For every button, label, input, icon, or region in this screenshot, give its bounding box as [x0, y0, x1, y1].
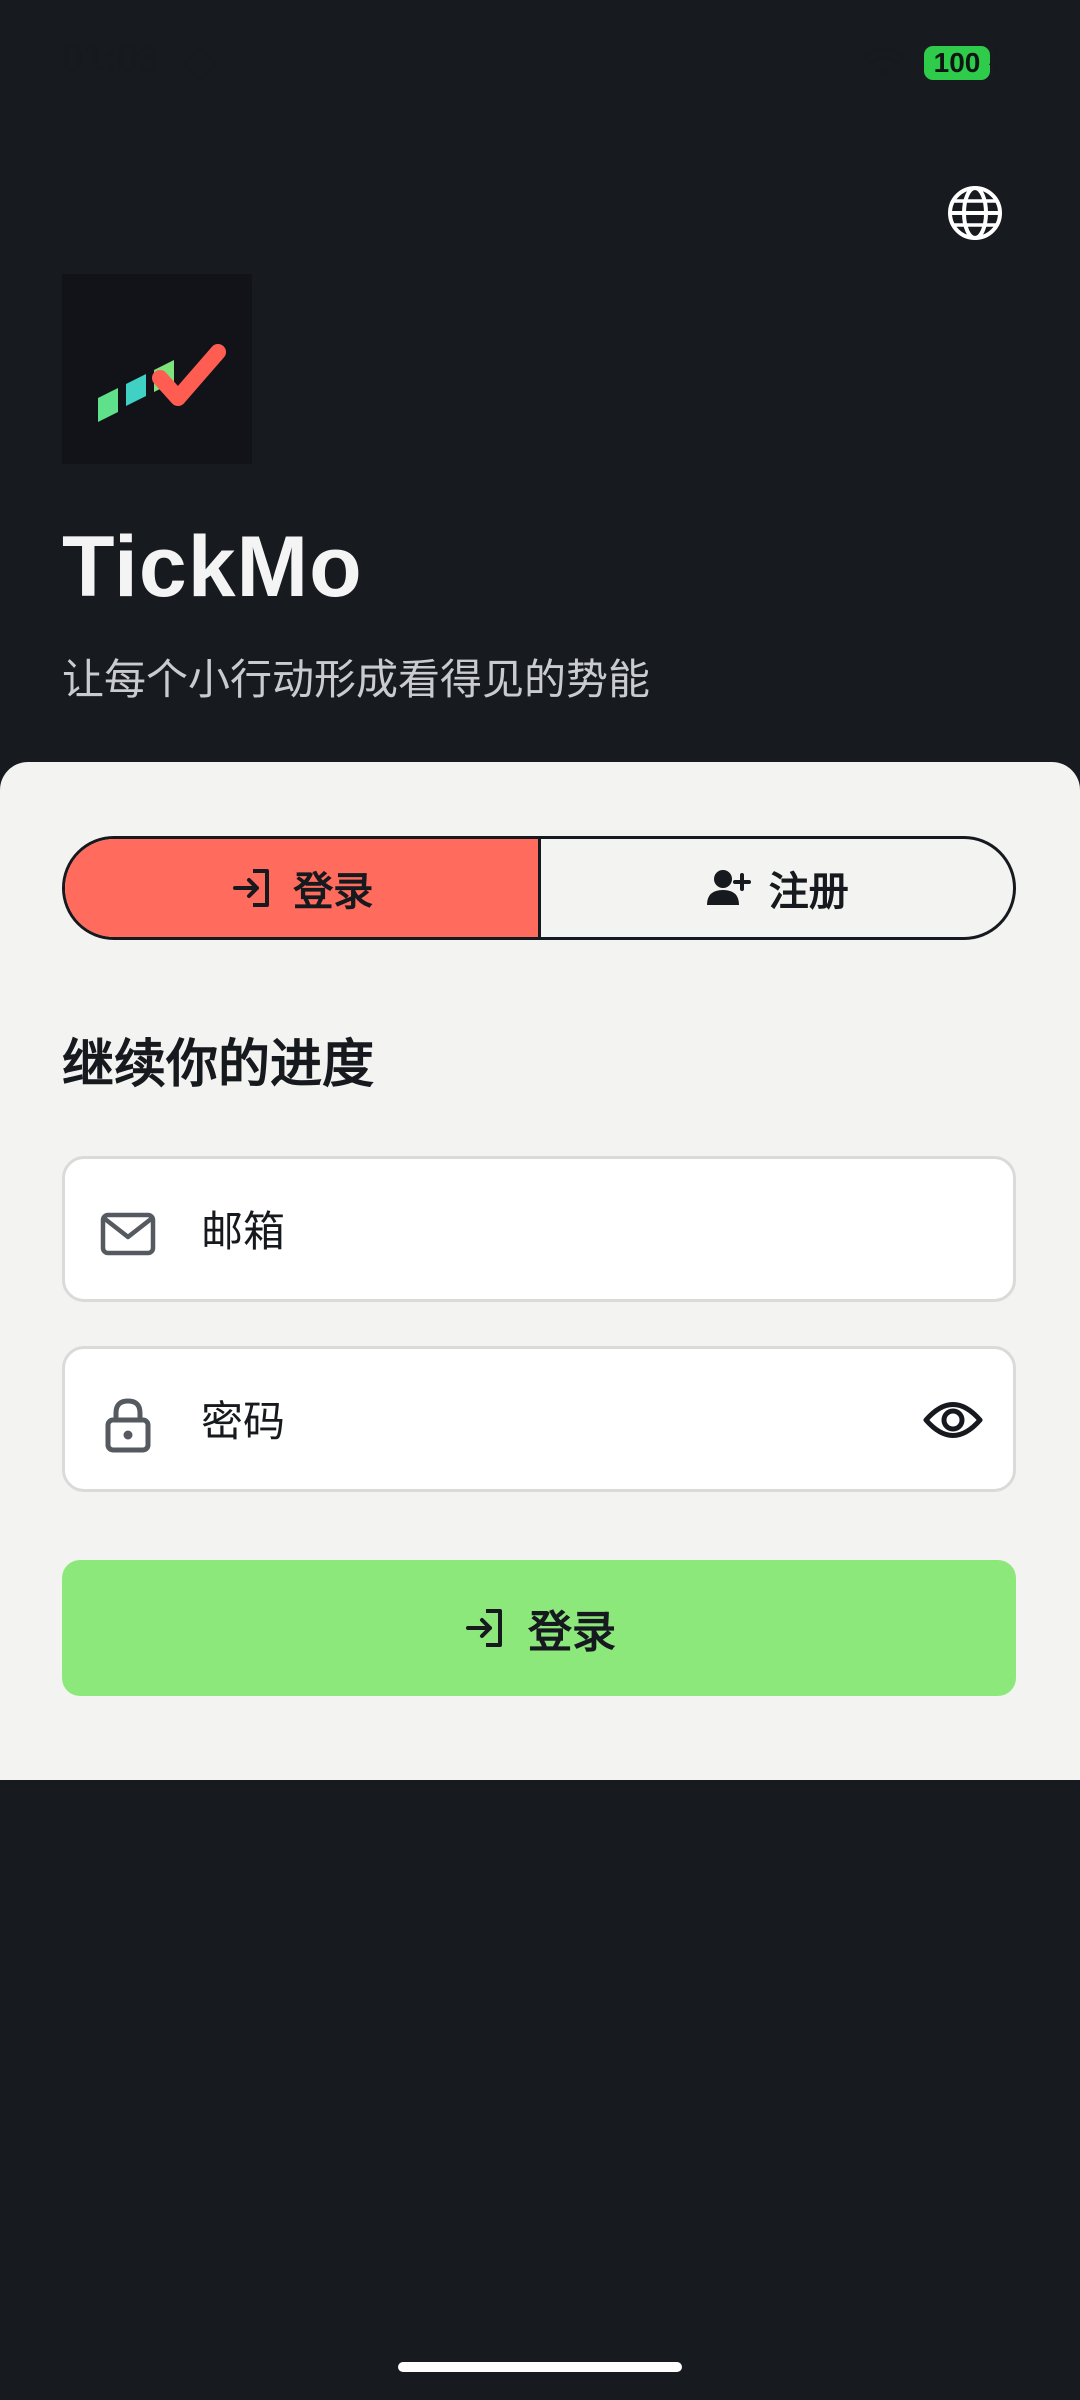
eye-icon[interactable]	[923, 1395, 983, 1445]
globe-icon[interactable]	[946, 184, 1004, 242]
tab-login[interactable]: 登录	[65, 839, 541, 937]
tab-login-label: 登录	[293, 869, 374, 915]
app-notification-icon	[181, 45, 219, 83]
charging-icon	[989, 48, 1003, 78]
login-arrow-icon	[466, 1609, 502, 1647]
lock-icon	[105, 1398, 151, 1453]
status-bar: 01:03 100	[0, 0, 1080, 130]
app-title: TickMo	[62, 519, 363, 615]
mail-icon	[100, 1212, 156, 1256]
auth-panel: 登录 注册 继续你的进度 邮箱 登录	[0, 762, 1080, 1780]
tab-register[interactable]: 注册	[541, 839, 1014, 937]
add-user-icon	[706, 870, 751, 905]
tab-register-label: 注册	[768, 869, 849, 915]
tickmo-logo-icon	[98, 344, 226, 422]
password-field	[62, 1346, 1016, 1492]
password-input[interactable]	[199, 1379, 843, 1463]
form-title: 继续你的进度	[62, 1035, 375, 1095]
status-time: 01:03	[62, 38, 160, 80]
home-indicator[interactable]	[398, 2362, 682, 2372]
email-field	[62, 1156, 1016, 1302]
wifi-icon	[864, 47, 904, 75]
login-submit-button[interactable]: 登录	[62, 1560, 1016, 1696]
login-submit-label: 登录	[528, 1607, 616, 1658]
auth-tabs: 登录 注册	[62, 836, 1016, 940]
battery-indicator: 100	[924, 46, 990, 80]
email-input[interactable]	[199, 1189, 843, 1273]
app-tagline: 让每个小行动形成看得见的势能	[62, 655, 651, 704]
app-logo	[62, 274, 252, 464]
login-arrow-icon	[233, 869, 270, 907]
